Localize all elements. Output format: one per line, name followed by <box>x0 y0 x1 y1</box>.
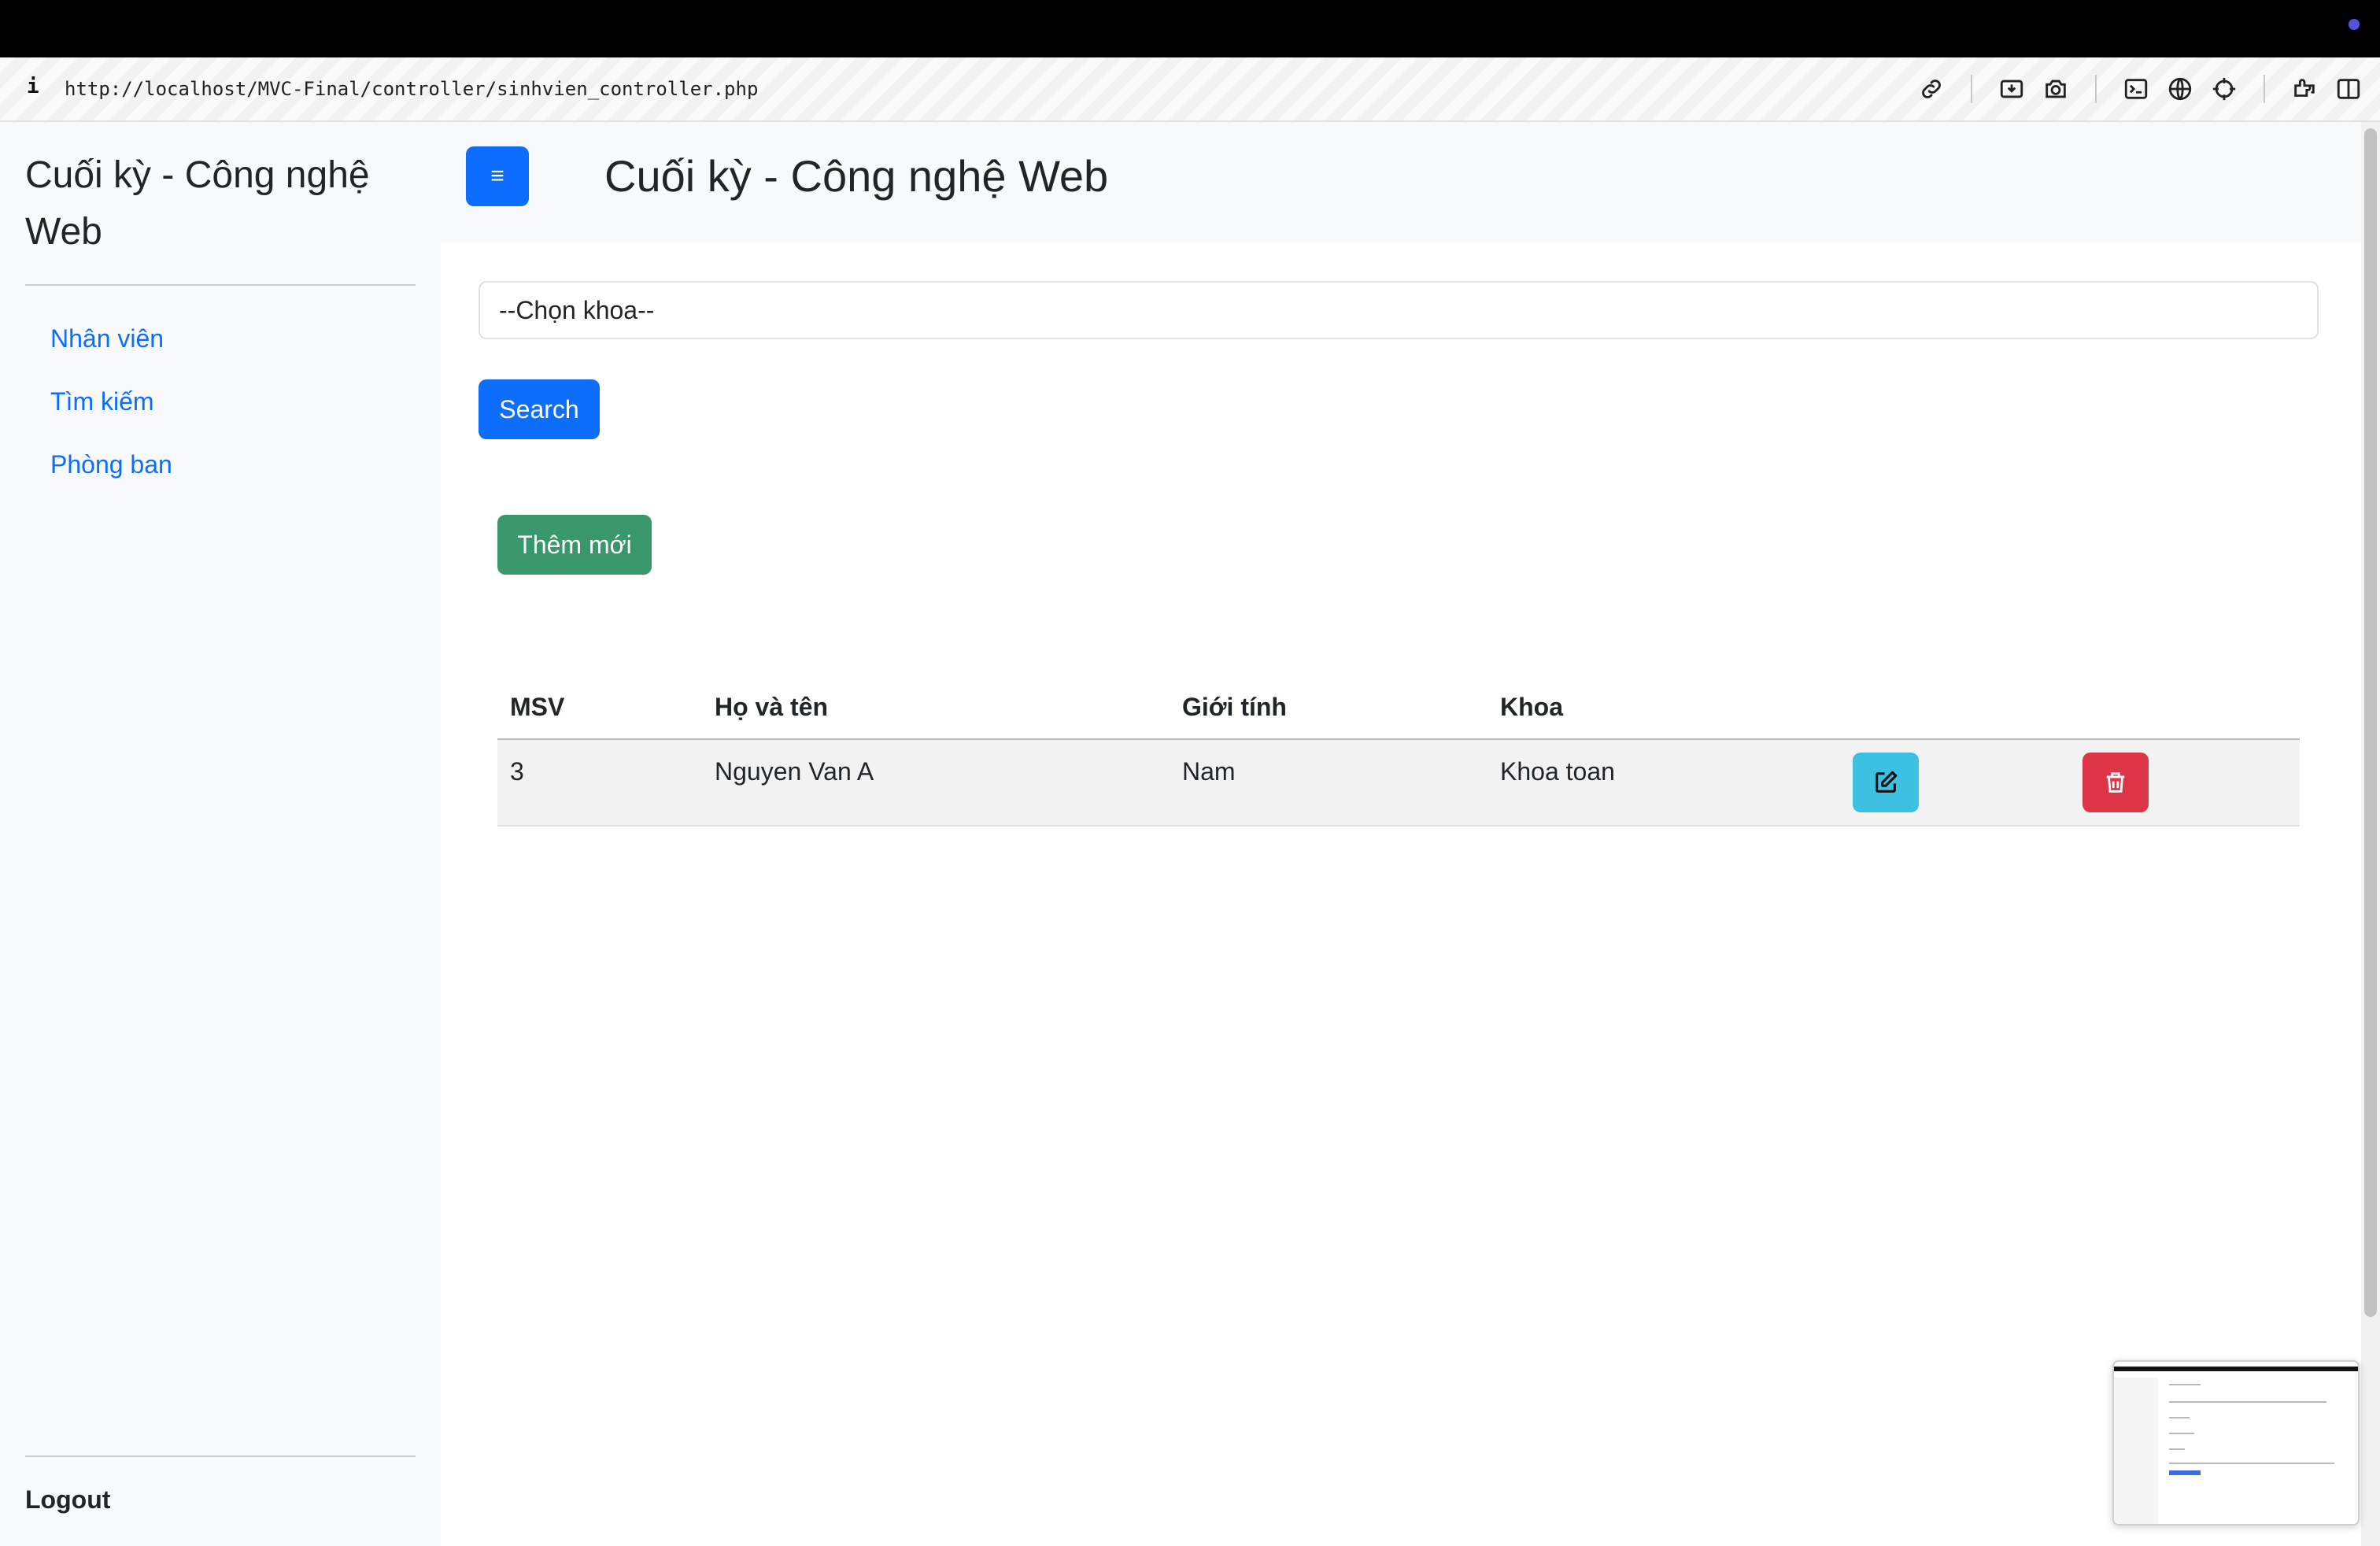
menu-toggle-button[interactable]: ≡ <box>466 146 529 206</box>
toolbar-divider <box>2095 75 2097 103</box>
cell-msv-text: 3 <box>510 757 524 786</box>
scrollbar-thumb[interactable] <box>2364 128 2377 1317</box>
crosshair-icon[interactable] <box>2208 73 2240 105</box>
sidebar-item-tim-kiem[interactable]: Tìm kiếm <box>50 386 172 417</box>
cell-faculty: Khoa toan <box>1488 739 1840 827</box>
thumbnail-line <box>2169 1448 2185 1450</box>
cell-name-text: Nguyen Van A <box>715 757 874 786</box>
faculty-select[interactable]: --Chọn khoa-- <box>479 281 2319 339</box>
sidebar-divider <box>25 1455 416 1457</box>
thumbnail-line <box>2169 1384 2201 1385</box>
page-title: Cuối kỳ - Công nghệ Web <box>604 151 1109 201</box>
sidebar-divider <box>25 284 416 286</box>
toolbar-divider <box>1971 75 1972 103</box>
main-content <box>441 243 2361 1546</box>
sidebar-nav: Nhân viên Tìm kiếm Phòng ban <box>50 323 172 512</box>
browser-toolbar <box>1903 73 2364 105</box>
column-header-gender: Giới tính <box>1170 675 1488 740</box>
sidebar-brand: Cuối kỳ - Công nghệ Web <box>25 154 370 253</box>
toolbar-divider <box>2264 75 2265 103</box>
student-table: MSV Họ và tên Giới tính Khoa 3 Nguyen Va… <box>497 675 2300 827</box>
sidebar: Cuối kỳ - Công nghệ Web Nhân viên Tìm ki… <box>0 122 441 1546</box>
logout-link[interactable]: Logout <box>25 1485 110 1515</box>
thumbnail-button <box>2169 1470 2201 1475</box>
search-button[interactable]: Search <box>479 379 600 439</box>
delete-button[interactable] <box>2082 753 2149 812</box>
thumbnail-line <box>2169 1417 2190 1418</box>
cell-gender-text: Nam <box>1182 757 1236 786</box>
globe-icon[interactable] <box>2164 73 2196 105</box>
sidebar-item-nhan-vien[interactable]: Nhân viên <box>50 323 172 354</box>
cell-gender: Nam <box>1170 739 1488 827</box>
menu-icon: ≡ <box>490 163 504 189</box>
window-top-bar <box>0 0 2380 57</box>
extensions-icon[interactable] <box>2289 73 2320 105</box>
cell-edit <box>1840 739 2070 827</box>
thumbnail-topbar <box>2114 1367 2358 1371</box>
column-header-edit <box>1840 675 2070 740</box>
page-scrollbar[interactable] <box>2361 122 2380 1546</box>
screenshot-area-icon[interactable] <box>1996 73 2027 105</box>
column-header-delete <box>2070 675 2300 740</box>
edit-button[interactable] <box>1853 753 1919 812</box>
link-icon[interactable] <box>1916 73 1947 105</box>
info-icon[interactable]: i <box>27 75 39 98</box>
page-thumbnail-preview[interactable] <box>2112 1360 2360 1526</box>
sidebar-icon[interactable] <box>2333 73 2364 105</box>
cell-faculty-text: Khoa toan <box>1500 757 1615 786</box>
sidebar-item-phong-ban[interactable]: Phòng ban <box>50 449 172 480</box>
trash-icon <box>2106 772 2125 793</box>
thumbnail-line <box>2169 1433 2194 1434</box>
column-header-faculty: Khoa <box>1488 675 1840 740</box>
add-new-button[interactable]: Thêm mới <box>497 515 652 575</box>
edit-icon <box>1876 771 1898 793</box>
url-text[interactable]: http://localhost/MVC-Final/controller/si… <box>65 78 758 100</box>
address-bar: i http://localhost/MVC-Final/controller/… <box>0 57 2380 122</box>
recording-indicator-icon <box>2349 19 2360 30</box>
table-header-row: MSV Họ và tên Giới tính Khoa <box>497 675 2300 740</box>
thumbnail-sidebar <box>2114 1378 2158 1524</box>
camera-icon[interactable] <box>2040 73 2071 105</box>
thumbnail-line <box>2169 1463 2334 1464</box>
terminal-icon[interactable] <box>2120 73 2152 105</box>
cell-delete <box>2070 739 2300 827</box>
cell-msv: 3 <box>497 739 702 827</box>
column-header-name: Họ và tên <box>702 675 1170 740</box>
thumbnail-line <box>2169 1401 2326 1403</box>
cell-name: Nguyen Van A <box>702 739 1170 827</box>
table-row: 3 Nguyen Van A Nam Khoa toan <box>497 739 2300 827</box>
column-header-msv: MSV <box>497 675 702 740</box>
